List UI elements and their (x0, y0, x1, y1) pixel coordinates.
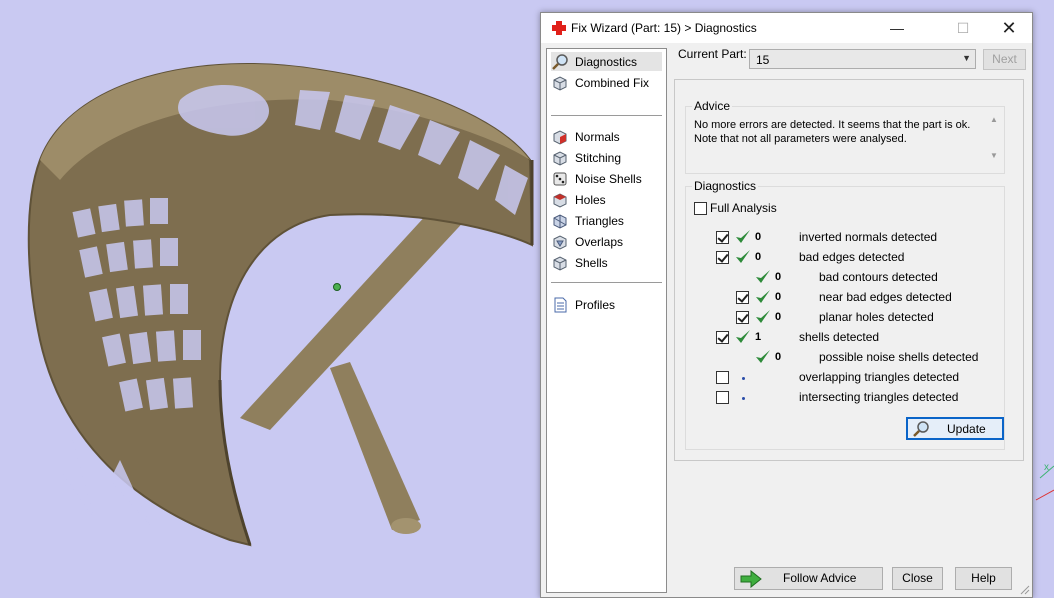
nav-item-diagnostics[interactable]: Diagnostics (551, 52, 662, 71)
check-mark-icon (736, 250, 750, 263)
cube-stitch-icon (553, 151, 567, 166)
full-analysis-checkbox[interactable] (694, 202, 707, 215)
full-analysis-label: Full Analysis (710, 201, 777, 215)
document-icon (554, 297, 567, 313)
advice-title: Advice (692, 99, 733, 113)
axis-gizmo: x (1035, 462, 1054, 501)
red-cross-icon (552, 21, 566, 35)
magnifier-icon (913, 421, 929, 437)
pending-dot-icon (742, 397, 745, 400)
cube-red-face-icon (553, 130, 567, 145)
title-bar[interactable]: Fix Wizard (Part: 15) > Diagnostics — ☐ … (541, 13, 1032, 43)
diag-row-label: bad contours detected (819, 270, 938, 284)
nav-item-noise-shells[interactable]: Noise Shells (551, 169, 662, 188)
diag-row-label: planar holes detected (819, 310, 934, 324)
nav-item-triangles[interactable]: Triangles (551, 211, 662, 230)
diag-count: 1 (755, 331, 762, 343)
rod-shape (240, 199, 471, 534)
update-button[interactable]: Update (906, 417, 1004, 440)
next-button[interactable]: Next (983, 49, 1026, 70)
check-mark-icon (736, 330, 750, 343)
close-window-button[interactable]: ✕ (987, 13, 1031, 43)
check-mark-icon (756, 350, 770, 363)
chevron-down-icon: ▼ (962, 53, 971, 63)
shell-cube-icon (553, 256, 567, 271)
overlap-cube-icon (553, 235, 567, 250)
dice-icon (553, 172, 567, 186)
close-button[interactable]: Close (892, 567, 943, 590)
scroll-down-icon[interactable]: ▼ (990, 151, 998, 160)
diagnostics-group: Diagnostics Full Analysis 0 inverted nor… (685, 179, 1005, 450)
pending-dot-icon (742, 377, 745, 380)
nav-item-stitching[interactable]: Stitching (551, 148, 662, 167)
diag-count: 0 (775, 291, 782, 303)
diagnostics-panel: Advice No more errors are detected. It s… (674, 79, 1024, 461)
nav-item-holes[interactable]: Holes (551, 190, 662, 209)
diag-row-label: inverted normals detected (799, 230, 938, 244)
diag-row-label: shells detected (799, 330, 880, 344)
follow-advice-button[interactable]: Follow Advice (734, 567, 883, 590)
ring-band (27, 63, 534, 547)
shells-checkbox[interactable] (716, 331, 729, 344)
resize-grip-icon[interactable] (1020, 585, 1030, 595)
pivot-marker (333, 283, 341, 291)
diagnostics-title: Diagnostics (692, 179, 759, 193)
follow-advice-label: Follow Advice (783, 571, 857, 585)
diag-row-label: overlapping triangles detected (799, 370, 960, 384)
check-mark-icon (756, 290, 770, 303)
check-mark-icon (756, 310, 770, 323)
wizard-nav-panel: Diagnostics Combined Fix Normals Stitchi… (546, 48, 667, 593)
cube-stack-icon (553, 76, 567, 91)
nav-item-combined-fix[interactable]: Combined Fix (551, 73, 662, 92)
nav-item-overlaps[interactable]: Overlaps (551, 232, 662, 251)
diag-row-label: possible noise shells detected (819, 350, 979, 364)
fix-wizard-dialog: Fix Wizard (Part: 15) > Diagnostics — ☐ … (540, 12, 1033, 598)
nav-item-normals[interactable]: Normals (551, 127, 662, 146)
diag-row-label: intersecting triangles detected (799, 390, 959, 404)
check-mark-icon (736, 230, 750, 243)
help-button[interactable]: Help (955, 567, 1012, 590)
diag-count: 0 (755, 231, 762, 243)
check-mark-icon (756, 270, 770, 283)
diag-count: 0 (775, 311, 782, 323)
diag-count: 0 (775, 351, 782, 363)
overlapping-triangles-checkbox[interactable] (716, 371, 729, 384)
svg-text:x: x (1044, 462, 1049, 473)
advice-group: Advice No more errors are detected. It s… (685, 99, 1005, 174)
window-title: Fix Wizard (Part: 15) > Diagnostics (571, 21, 757, 35)
intersecting-triangles-checkbox[interactable] (716, 391, 729, 404)
scroll-up-icon[interactable]: ▲ (990, 115, 998, 124)
nav-separator (551, 282, 662, 283)
planar-holes-checkbox[interactable] (736, 311, 749, 324)
nav-item-profiles[interactable]: Profiles (551, 295, 662, 314)
bad-edges-checkbox[interactable] (716, 251, 729, 264)
current-part-label: Current Part: (678, 47, 747, 61)
maximize-button[interactable]: ☐ (941, 13, 985, 43)
arrow-right-icon (740, 570, 762, 588)
current-part-value: 15 (756, 53, 770, 67)
near-bad-edges-checkbox[interactable] (736, 291, 749, 304)
advice-scrollbar[interactable]: ▲ ▼ (988, 115, 1002, 165)
current-part-select[interactable]: 15 ▼ (749, 49, 976, 69)
cube-hole-icon (553, 193, 567, 208)
diag-row-label: near bad edges detected (819, 290, 952, 304)
diag-count: 0 (775, 271, 782, 283)
triangle-cube-icon (553, 214, 567, 229)
magnifier-icon (552, 54, 568, 70)
update-label: Update (947, 422, 986, 436)
diag-count: 0 (755, 251, 762, 263)
advice-text: No more errors are detected. It seems th… (694, 119, 971, 145)
nav-item-shells[interactable]: Shells (551, 253, 662, 272)
diag-row-label: bad edges detected (799, 250, 905, 264)
inverted-normals-checkbox[interactable] (716, 231, 729, 244)
nav-separator (551, 115, 662, 116)
minimize-button[interactable]: — (875, 13, 919, 43)
